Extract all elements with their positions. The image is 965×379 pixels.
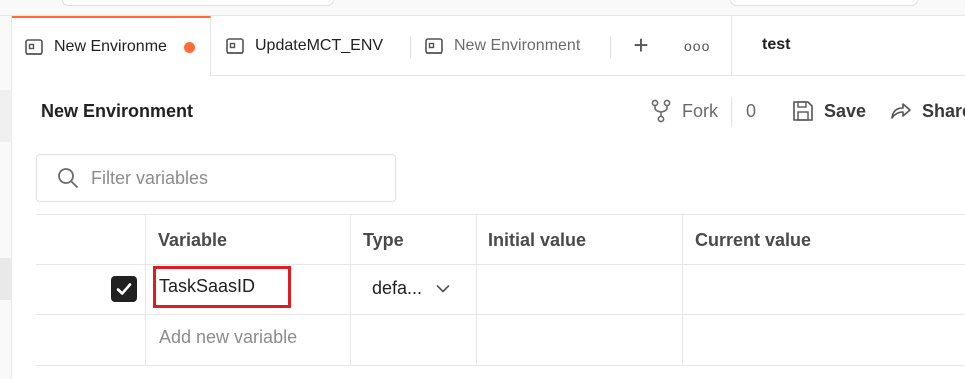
- tab-bar: New Environme UpdateMCT_ENV New Environm…: [12, 16, 965, 76]
- more-tabs-button[interactable]: ooo: [684, 38, 710, 54]
- column-header-variable: Variable: [158, 230, 228, 250]
- save-icon: [792, 99, 814, 123]
- fork-count: 0: [746, 101, 757, 121]
- tab-divider: [410, 36, 411, 58]
- table-border: [36, 314, 965, 315]
- add-new-variable-input[interactable]: Add new variable: [159, 327, 297, 348]
- sidebar-edge-item[interactable]: [0, 90, 12, 142]
- column-header-current-value: Current value: [695, 230, 812, 250]
- environment-selector[interactable]: test: [762, 36, 790, 54]
- column-divider: [350, 214, 351, 366]
- initial-value-cell[interactable]: [488, 276, 668, 300]
- search-icon: [57, 167, 79, 189]
- filter-variables-input[interactable]: [91, 167, 371, 189]
- tab-new-environment[interactable]: New Environment: [424, 16, 610, 76]
- fork-icon: [650, 99, 672, 123]
- variable-type-dropdown[interactable]: defa...: [372, 278, 450, 299]
- top-bar: [0, 0, 965, 16]
- table-border: [36, 214, 965, 215]
- fork-divider: [731, 97, 732, 127]
- tab-label: UpdateMCT_ENV: [255, 37, 384, 54]
- environment-divider: [731, 16, 732, 76]
- tab-updatemct-env[interactable]: UpdateMCT_ENV: [225, 16, 405, 76]
- column-divider: [682, 214, 683, 366]
- save-button[interactable]: Save: [792, 99, 866, 123]
- sidebar-edge-item[interactable]: [0, 258, 12, 300]
- column-divider: [145, 214, 146, 366]
- environment-icon: [24, 37, 44, 57]
- table-border: [36, 264, 965, 265]
- share-label: Share: [922, 100, 965, 121]
- top-search-field[interactable]: [62, 0, 334, 6]
- variable-enabled-checkbox[interactable]: [111, 276, 137, 302]
- left-sidebar-edge: [0, 16, 12, 379]
- type-value: defa...: [372, 278, 423, 298]
- variables-table: Variable Type Initial value Current valu…: [36, 214, 965, 366]
- column-header-type: Type: [363, 230, 404, 250]
- column-header-initial-value: Initial value: [488, 230, 587, 250]
- share-button[interactable]: Share: [890, 99, 965, 123]
- table-border: [36, 365, 965, 366]
- save-label: Save: [824, 100, 867, 121]
- current-value-cell[interactable]: [695, 276, 955, 300]
- tab-label: New Environment: [454, 37, 581, 54]
- top-right-control[interactable]: [730, 0, 918, 6]
- column-divider: [476, 214, 477, 366]
- tab-new-environment-active[interactable]: New Environme: [12, 16, 211, 76]
- checkmark-icon: [116, 283, 132, 295]
- tab-label: New Environme: [54, 38, 167, 55]
- fork-label: Fork: [682, 100, 718, 121]
- chevron-down-icon: [436, 284, 450, 294]
- page-title: New Environment: [41, 101, 194, 121]
- environment-icon: [424, 36, 444, 56]
- tab-divider: [610, 36, 611, 58]
- environment-icon: [225, 36, 245, 56]
- unsaved-changes-dot: [184, 41, 195, 53]
- filter-variables-field[interactable]: [36, 154, 396, 202]
- highlight-annotation-box: [153, 266, 291, 308]
- new-tab-button[interactable]: +: [629, 32, 653, 58]
- fork-button[interactable]: Fork: [650, 99, 718, 123]
- share-icon: [890, 99, 912, 123]
